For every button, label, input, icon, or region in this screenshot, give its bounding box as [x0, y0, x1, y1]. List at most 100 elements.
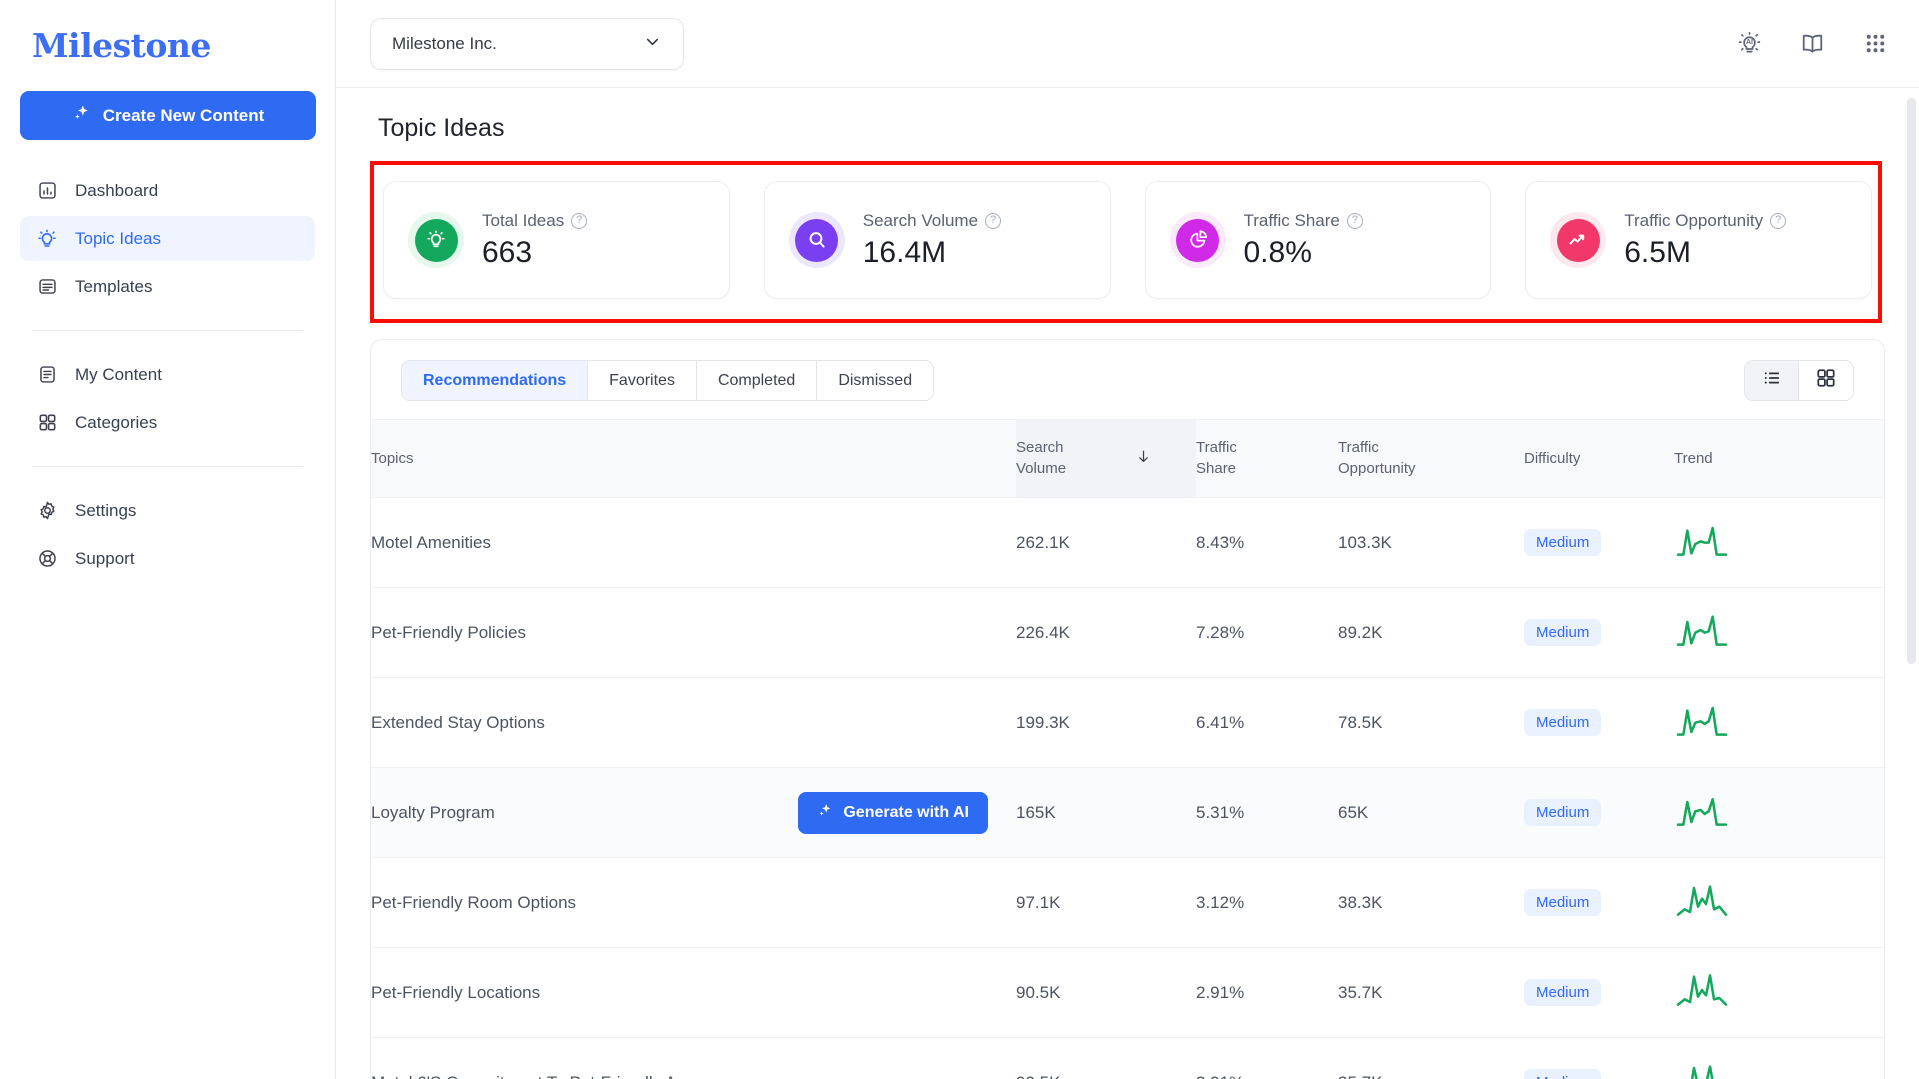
cell-topic: Extended Stay Options [371, 677, 1016, 768]
tab-dismissed[interactable]: Dismissed [817, 361, 934, 400]
apps-grid-icon[interactable] [1862, 30, 1889, 57]
tab-favorites[interactable]: Favorites [588, 361, 697, 400]
sort-desc-arrow-icon[interactable] [1135, 448, 1152, 469]
stat-label-row: Traffic Opportunity ? [1624, 211, 1787, 231]
stat-value: 663 [482, 235, 533, 269]
row-menu-button[interactable] [1854, 1074, 1884, 1079]
generate-with-ai-label: Generate with AI [843, 803, 969, 821]
topbar-icon-group: AI [1736, 30, 1889, 57]
difficulty-badge: Medium [1524, 979, 1602, 1006]
topic-name: Extended Stay Options [371, 712, 545, 732]
sidebar-item-label: My Content [75, 364, 162, 384]
create-new-content-button[interactable]: Create New Content [20, 91, 316, 140]
sidebar-item-categories[interactable]: Categories [20, 400, 315, 445]
cell-traffic-share: 3.12% [1196, 857, 1338, 948]
row-menu-button[interactable] [1854, 714, 1884, 732]
difficulty-badge: Medium [1524, 709, 1602, 736]
sidebar-item-my-content[interactable]: My Content [20, 352, 315, 397]
stat-text-block: Total Ideas ? 663 [482, 211, 588, 270]
sidebar-item-topic-ideas[interactable]: Topic Ideas [20, 216, 315, 261]
cell-actions [1854, 857, 1884, 948]
column-label-line2: Volume [1016, 459, 1067, 477]
cell-traffic-share: 2.91% [1196, 1037, 1338, 1079]
book-icon[interactable] [1799, 30, 1826, 57]
help-icon[interactable]: ? [1346, 212, 1363, 229]
topic-name: Motel Amenities [371, 532, 491, 552]
scrollbar-thumb[interactable] [1907, 98, 1916, 664]
row-menu-button[interactable] [1854, 624, 1884, 642]
sidebar-nav-tertiary: Settings Support [20, 488, 315, 581]
table-row[interactable]: Extended Stay Options 199.3K 6.41% 78.5K Med… [371, 677, 1884, 768]
ai-lightbulb-icon[interactable]: AI [1736, 30, 1763, 57]
column-label-line2: Opportunity [1338, 459, 1416, 477]
list-view-button[interactable] [1745, 361, 1799, 400]
sidebar-item-label: Topic Ideas [75, 228, 161, 248]
stat-value: 16.4M [862, 235, 947, 269]
cell-traffic-share: 8.43% [1196, 497, 1338, 588]
row-menu-button[interactable] [1854, 804, 1884, 822]
sidebar-divider-2 [32, 466, 303, 467]
table-row[interactable]: Motel Amenities 262.1K 8.43% 103.3K Medium [371, 497, 1884, 588]
cell-difficulty: Medium [1524, 677, 1674, 768]
sidebar-item-dashboard[interactable]: Dashboard [20, 168, 315, 213]
stat-card-traffic-share: Traffic Share ? 0.8% [1144, 181, 1492, 299]
help-icon[interactable]: ? [985, 212, 1002, 229]
cell-topic: Pet-Friendly Policies [371, 587, 1016, 678]
row-menu-button[interactable] [1854, 894, 1884, 912]
panel-header: Recommendations Favorites Completed Dism… [371, 340, 1884, 419]
column-header-difficulty[interactable]: Difficulty [1524, 419, 1674, 498]
cell-traffic-opportunity: 65K [1338, 767, 1524, 858]
template-icon [35, 275, 59, 299]
table-row[interactable]: Pet-Friendly Policies 226.4K 7.28% 89.2K Med… [371, 587, 1884, 678]
stat-label: Search Volume [862, 210, 979, 230]
trend-sparkline-icon [1674, 526, 1730, 564]
sidebar-item-label: Settings [75, 500, 137, 520]
cell-actions [1854, 587, 1884, 678]
table-row[interactable]: Pet-Friendly Room Options 97.1K 3.12% 38.3K… [371, 857, 1884, 948]
view-toggle-group [1744, 360, 1854, 401]
cell-actions [1854, 1037, 1884, 1079]
tab-completed[interactable]: Completed [696, 361, 818, 400]
grid-view-button[interactable] [1799, 361, 1853, 400]
column-header-traffic-opportunity[interactable]: Traffic Opportunity [1338, 419, 1524, 498]
row-menu-button[interactable] [1854, 984, 1884, 1002]
table-row[interactable]: Motel 6'S Commitment To Pet-Friendly Acc… [371, 1037, 1884, 1079]
stat-card-traffic-opportunity: Traffic Opportunity ? 6.5M [1525, 181, 1872, 299]
cell-difficulty: Medium [1524, 587, 1674, 678]
org-selector[interactable]: Milestone Inc. [370, 17, 684, 70]
sidebar-item-settings[interactable]: Settings [20, 488, 315, 533]
help-icon[interactable]: ? [1770, 212, 1787, 229]
column-header-actions [1854, 419, 1884, 498]
stat-icon-ring [1169, 212, 1226, 268]
cell-traffic-opportunity: 35.7K [1338, 947, 1524, 1038]
sidebar: Milestone Create New Content Dashboard T… [0, 0, 336, 1079]
table-row[interactable]: Loyalty Program Generate with AI 165K 5.31%… [371, 767, 1884, 858]
cell-topic: Motel Amenities [371, 497, 1016, 588]
stat-card-total-ideas: Total Ideas ? 663 [383, 181, 730, 299]
topics-table: Topics Search Volume Traffic Share Traff… [371, 419, 1884, 1079]
cell-topic: Pet-Friendly Locations [371, 947, 1016, 1038]
tab-label: Completed [717, 371, 796, 389]
generate-with-ai-button[interactable]: Generate with AI [798, 791, 988, 834]
column-label-line1: Traffic [1196, 439, 1237, 457]
sparkle-icon [72, 103, 92, 128]
app-root: Milestone Create New Content Dashboard T… [0, 0, 1919, 1079]
column-label: Trend [1674, 450, 1713, 467]
cell-actions [1854, 767, 1884, 858]
sidebar-item-templates[interactable]: Templates [20, 264, 315, 309]
sidebar-item-support[interactable]: Support [20, 536, 315, 581]
tab-recommendations[interactable]: Recommendations [402, 361, 589, 400]
column-header-trend[interactable]: Trend [1674, 419, 1854, 498]
help-icon[interactable]: ? [571, 212, 588, 229]
table-row[interactable]: Pet-Friendly Locations 90.5K 2.91% 35.7K Med… [371, 947, 1884, 1038]
cell-traffic-opportunity: 35.7K [1338, 1037, 1524, 1079]
column-header-traffic-share[interactable]: Traffic Share [1196, 419, 1338, 498]
column-header-topics[interactable]: Topics [371, 419, 1016, 498]
column-header-search-volume[interactable]: Search Volume [1016, 419, 1196, 498]
stats-section: Total Ideas ? 663 Search Volume ? 16.4M … [370, 161, 1885, 323]
vertical-scrollbar[interactable] [1904, 88, 1919, 1079]
cell-difficulty: Medium [1524, 1037, 1674, 1079]
topics-panel: Recommendations Favorites Completed Dism… [370, 339, 1885, 1079]
stat-card-search-volume: Search Volume ? 16.4M [763, 181, 1111, 299]
row-menu-button[interactable] [1854, 534, 1884, 552]
